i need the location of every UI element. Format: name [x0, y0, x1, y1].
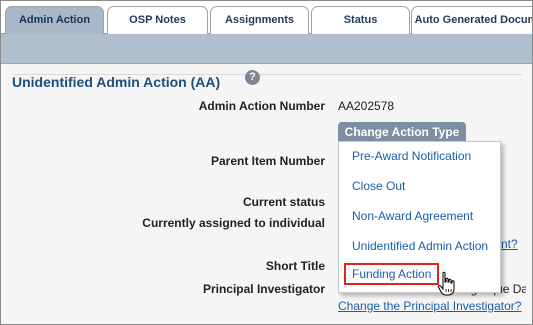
- action-type-dropdown: Pre-Award Notification Close Out Non-Awa…: [338, 141, 501, 293]
- admin-action-window: Admin Action OSP Notes Assignments Statu…: [0, 0, 533, 325]
- assigned-individual-label: Currently assigned to individual: [142, 216, 325, 230]
- admin-action-number-label: Admin Action Number: [198, 99, 325, 113]
- short-title-label: Short Title: [265, 259, 325, 273]
- tab-osp-notes[interactable]: OSP Notes: [107, 6, 208, 34]
- change-action-type-button[interactable]: Change Action Type: [338, 122, 466, 143]
- tab-status[interactable]: Status: [311, 6, 410, 34]
- help-icon[interactable]: ?: [245, 70, 260, 85]
- tab-assignments[interactable]: Assignments: [210, 6, 309, 34]
- menu-item-non-award-agreement[interactable]: Non-Award Agreement: [352, 209, 473, 223]
- menu-item-funding-action[interactable]: Funding Action: [344, 263, 440, 285]
- tab-bar: Admin Action OSP Notes Assignments Statu…: [1, 1, 532, 34]
- menu-item-close-out[interactable]: Close Out: [352, 179, 405, 193]
- tab-auto-generated-documents[interactable]: Auto Generated Docum: [411, 6, 532, 34]
- menu-item-pre-award-notification[interactable]: Pre-Award Notification: [352, 149, 471, 163]
- tab-admin-action[interactable]: Admin Action: [5, 6, 104, 34]
- hand-cursor-icon: [437, 271, 455, 296]
- principal-investigator-label: Principal Investigator: [202, 282, 325, 296]
- current-status-label: Current status: [242, 195, 325, 209]
- change-pi-link[interactable]: Change the Principal Investigator?: [338, 299, 521, 313]
- toolbar-band: [1, 34, 532, 64]
- menu-item-unidentified-admin-action[interactable]: Unidentified Admin Action: [352, 239, 488, 253]
- admin-action-number-value: AA202578: [338, 99, 395, 113]
- parent-item-number-label: Parent Item Number: [210, 154, 325, 168]
- page-title: Unidentified Admin Action (AA): [12, 74, 221, 90]
- assigned-change-link[interactable]: nt?: [501, 237, 518, 251]
